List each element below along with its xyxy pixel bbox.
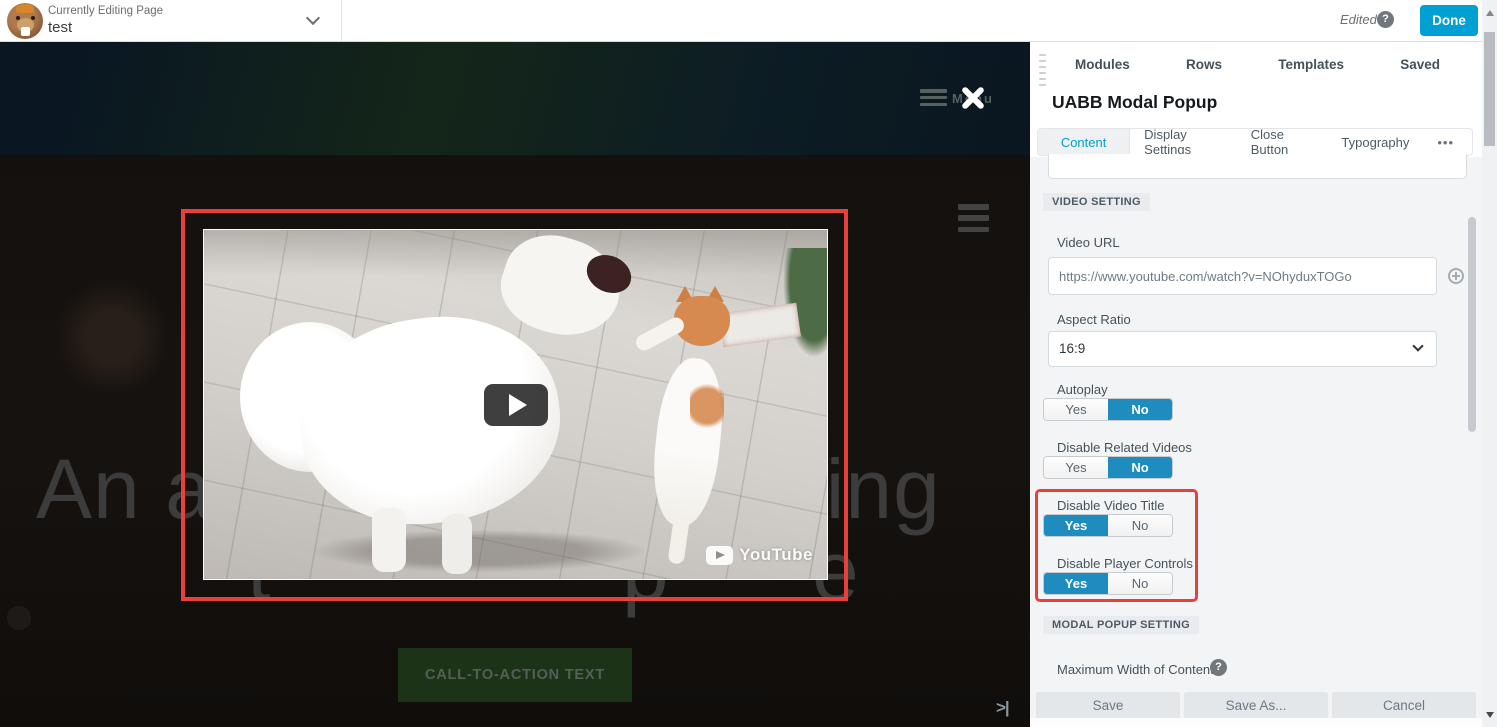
disable-related-videos-label: Disable Related Videos: [1057, 440, 1192, 455]
disable-player-controls-toggle: Yes No: [1044, 573, 1172, 594]
disable-player-controls-label: Disable Player Controls: [1057, 556, 1193, 571]
autoplay-label: Autoplay: [1057, 382, 1108, 397]
top-bar: Currently Editing Page test Edited ? Don…: [0, 0, 1482, 42]
settings-tab-bar: Content Display Settings Close Button Ty…: [1037, 128, 1473, 156]
play-button[interactable]: [484, 384, 548, 426]
disable-related-videos-no[interactable]: No: [1108, 457, 1172, 478]
page-scrollbar[interactable]: [1482, 0, 1497, 727]
help-icon[interactable]: ?: [1210, 659, 1227, 676]
tab-close-button[interactable]: Close Button: [1237, 129, 1328, 155]
call-to-action-button[interactable]: CALL-TO-ACTION TEXT: [398, 648, 632, 702]
disable-video-title-label: Disable Video Title: [1057, 498, 1164, 513]
aspect-ratio-select[interactable]: 16:9: [1048, 331, 1437, 367]
tab-typography[interactable]: Typography: [1327, 129, 1423, 155]
youtube-label: YouTube: [739, 545, 813, 565]
decorative-circle-icon: [8, 607, 30, 629]
page-name[interactable]: test: [48, 19, 72, 36]
footer-strip: [1030, 718, 1482, 727]
max-width-label: Maximum Width of Content: [1057, 662, 1214, 677]
hero-header-background: [0, 42, 1030, 155]
help-icon[interactable]: ?: [1377, 11, 1394, 28]
add-link-icon[interactable]: [1448, 268, 1464, 284]
module-settings-title: UABB Modal Popup: [1052, 92, 1217, 113]
wood-texture-knot: [55, 280, 170, 395]
save-button[interactable]: Save: [1036, 692, 1180, 719]
youtube-watermark: YouTube: [706, 545, 813, 565]
panel-nav-tabs: Modules Rows Templates Saved: [1075, 57, 1440, 72]
hamburger-menu-icon[interactable]: [958, 204, 989, 232]
autoplay-toggle: Yes No: [1044, 399, 1172, 420]
tab-saved[interactable]: Saved: [1400, 57, 1440, 72]
section-header-video-setting: VIDEO SETTING: [1043, 193, 1150, 211]
settings-panel: Modules Rows Templates Saved UABB Modal …: [1030, 42, 1482, 727]
video-url-input[interactable]: [1048, 257, 1437, 295]
panel-collapse-icon[interactable]: >|: [996, 698, 1009, 718]
scrolled-field-partial[interactable]: [1048, 154, 1467, 179]
tab-templates[interactable]: Templates: [1278, 57, 1344, 72]
aspect-ratio-value: 16:9: [1059, 341, 1085, 356]
autoplay-no[interactable]: No: [1108, 399, 1172, 420]
edited-status: Edited: [1340, 12, 1377, 27]
chevron-down-icon: [1412, 340, 1423, 351]
cancel-button[interactable]: Cancel: [1332, 692, 1476, 719]
tab-modules[interactable]: Modules: [1075, 57, 1130, 72]
divider: [341, 0, 342, 41]
selection-highlight-video-module[interactable]: YouTube: [181, 209, 848, 601]
aspect-ratio-label: Aspect Ratio: [1057, 312, 1131, 327]
tab-rows[interactable]: Rows: [1186, 57, 1222, 72]
hamburger-menu-icon[interactable]: [920, 89, 947, 106]
drag-handle[interactable]: [1039, 54, 1046, 86]
tab-display-settings[interactable]: Display Settings: [1130, 129, 1237, 155]
panel-header: Modules Rows Templates Saved UABB Modal …: [1030, 42, 1482, 157]
video-url-label: Video URL: [1057, 235, 1120, 250]
currently-editing-label: Currently Editing Page: [48, 5, 163, 17]
disable-related-videos-toggle: Yes No: [1044, 457, 1172, 478]
panel-scrollbar-thumb[interactable]: [1468, 217, 1476, 432]
video-player-frame: YouTube: [203, 229, 828, 580]
more-tabs-icon[interactable]: •••: [1423, 129, 1472, 155]
youtube-logo-icon: [706, 546, 733, 565]
disable-player-controls-no[interactable]: No: [1108, 573, 1172, 594]
done-button[interactable]: Done: [1420, 5, 1478, 36]
scrollbar-thumb[interactable]: [1484, 32, 1495, 146]
disable-video-title-toggle: Yes No: [1044, 515, 1172, 536]
autoplay-yes[interactable]: Yes: [1044, 399, 1108, 420]
disable-player-controls-yes[interactable]: Yes: [1044, 573, 1108, 594]
scroll-up-icon[interactable]: [1486, 10, 1494, 16]
disable-video-title-no[interactable]: No: [1108, 515, 1172, 536]
disable-related-videos-yes[interactable]: Yes: [1044, 457, 1108, 478]
section-header-modal-popup-setting: MODAL POPUP SETTING: [1043, 616, 1199, 634]
page-preview: Menu An a ding t p e: [0, 42, 1030, 727]
video-thumbnail-art: YouTube: [204, 230, 827, 579]
tab-content[interactable]: Content: [1038, 129, 1130, 155]
modal-close-icon[interactable]: [958, 83, 988, 113]
scroll-down-icon[interactable]: [1486, 712, 1494, 718]
save-as-button[interactable]: Save As...: [1184, 692, 1328, 719]
beaver-teeth: [21, 27, 30, 36]
beaver-builder-logo[interactable]: [7, 3, 43, 39]
disable-video-title-yes[interactable]: Yes: [1044, 515, 1108, 536]
beaver-hat: [16, 4, 34, 13]
chevron-down-icon[interactable]: [306, 11, 320, 25]
